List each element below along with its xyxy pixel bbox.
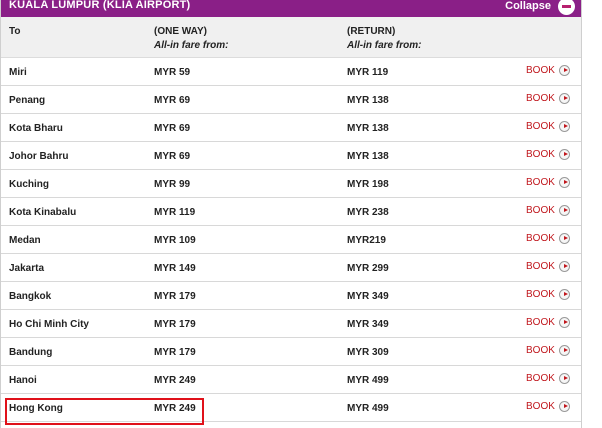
arrow-circle-icon[interactable]	[559, 93, 570, 104]
book-link[interactable]: BOOK	[526, 401, 555, 412]
table-row: Miri MYR 59 MYR 119 BOOK	[1, 58, 581, 86]
panel-header: KUALA LUMPUR (KLIA AIRPORT) Collapse	[1, 0, 581, 17]
one-way-label: (ONE WAY)	[154, 26, 207, 37]
arrow-circle-icon[interactable]	[559, 289, 570, 300]
return-fare: MYR 238	[347, 207, 389, 218]
book-link[interactable]: BOOK	[526, 289, 555, 300]
table-row: Medan MYR 109 MYR219 BOOK	[1, 226, 581, 254]
return-label: (RETURN)	[347, 26, 396, 37]
table-header: To (ONE WAY) All-in fare from: (RETURN) …	[1, 17, 581, 58]
book-link[interactable]: BOOK	[526, 93, 555, 104]
arrow-circle-icon[interactable]	[559, 261, 570, 272]
return-fare: MYR 309	[347, 347, 389, 358]
column-header-return: (RETURN) All-in fare from:	[347, 26, 421, 51]
table-row: Bangkok MYR 179 MYR 349 BOOK	[1, 282, 581, 310]
arrow-circle-icon[interactable]	[559, 177, 570, 188]
book-link[interactable]: BOOK	[526, 177, 555, 188]
destination: Kota Bharu	[9, 123, 63, 134]
book-link[interactable]: BOOK	[526, 373, 555, 384]
table-row: Ho Chi Minh City MYR 179 MYR 349 BOOK	[1, 310, 581, 338]
return-fare: MYR 138	[347, 123, 389, 134]
return-sublabel: All-in fare from:	[347, 40, 422, 51]
arrow-circle-icon[interactable]	[559, 345, 570, 356]
return-fare: MYR 138	[347, 95, 389, 106]
return-fare: MYR 499	[347, 403, 389, 414]
one-way-fare: MYR 179	[154, 319, 196, 330]
table-row: Johor Bahru MYR 69 MYR 138 BOOK	[1, 142, 581, 170]
table-row: Hanoi MYR 249 MYR 499 BOOK	[1, 366, 581, 394]
one-way-fare: MYR 99	[154, 179, 191, 190]
column-header-to: To	[9, 26, 21, 37]
return-fare: MYR 349	[347, 291, 389, 302]
destination: Hong Kong	[9, 403, 63, 414]
fare-table-body: Miri MYR 59 MYR 119 BOOK Penang MYR 69 MYR 138…	[1, 58, 581, 422]
one-way-fare: MYR 149	[154, 263, 196, 274]
return-fare: MYR 499	[347, 375, 389, 386]
one-way-fare: MYR 179	[154, 347, 196, 358]
destination: Bangkok	[9, 291, 52, 302]
one-way-fare: MYR 249	[154, 375, 196, 386]
destination: Jakarta	[9, 263, 45, 274]
arrow-circle-icon[interactable]	[559, 233, 570, 244]
table-row: Kuching MYR 99 MYR 198 BOOK	[1, 170, 581, 198]
return-fare: MYR 138	[347, 151, 389, 162]
arrow-circle-icon[interactable]	[559, 317, 570, 328]
minus-circle-icon[interactable]	[558, 0, 575, 15]
return-fare: MYR219	[347, 235, 386, 246]
table-row: Hong Kong MYR 249 MYR 499 BOOK	[1, 394, 581, 422]
arrow-circle-icon[interactable]	[559, 205, 570, 216]
return-fare: MYR 198	[347, 179, 389, 190]
table-row: Jakarta MYR 149 MYR 299 BOOK	[1, 254, 581, 282]
destination: Kuching	[9, 179, 49, 190]
book-link[interactable]: BOOK	[526, 317, 555, 328]
table-row: Kota Kinabalu MYR 119 MYR 238 BOOK	[1, 198, 581, 226]
one-way-fare: MYR 179	[154, 291, 196, 302]
column-header-one-way: (ONE WAY) All-in fare from:	[154, 26, 228, 51]
destination: Bandung	[9, 347, 53, 358]
destination: Johor Bahru	[9, 151, 69, 162]
book-link[interactable]: BOOK	[526, 233, 555, 244]
one-way-fare: MYR 109	[154, 235, 196, 246]
destination: Kota Kinabalu	[9, 207, 77, 218]
one-way-fare: MYR 69	[154, 95, 191, 106]
arrow-circle-icon[interactable]	[559, 65, 570, 76]
book-link[interactable]: BOOK	[526, 261, 555, 272]
table-row: Bandung MYR 179 MYR 309 BOOK	[1, 338, 581, 366]
destination: Penang	[9, 95, 46, 106]
one-way-fare: MYR 59	[154, 67, 191, 78]
panel-title: KUALA LUMPUR (KLIA AIRPORT)	[9, 0, 191, 11]
one-way-fare: MYR 69	[154, 151, 191, 162]
one-way-fare: MYR 69	[154, 123, 191, 134]
arrow-circle-icon[interactable]	[559, 121, 570, 132]
return-fare: MYR 119	[347, 67, 389, 78]
return-fare: MYR 299	[347, 263, 389, 274]
table-row: Kota Bharu MYR 69 MYR 138 BOOK	[1, 114, 581, 142]
destination: Ho Chi Minh City	[9, 319, 89, 330]
destination: Hanoi	[9, 375, 37, 386]
destination: Medan	[9, 235, 41, 246]
arrow-circle-icon[interactable]	[559, 373, 570, 384]
fare-panel: KUALA LUMPUR (KLIA AIRPORT) Collapse To …	[0, 0, 582, 428]
book-link[interactable]: BOOK	[526, 121, 555, 132]
arrow-circle-icon[interactable]	[559, 149, 570, 160]
table-row: Penang MYR 69 MYR 138 BOOK	[1, 86, 581, 114]
one-way-fare: MYR 249	[154, 403, 196, 414]
book-link[interactable]: BOOK	[526, 345, 555, 356]
one-way-fare: MYR 119	[154, 207, 196, 218]
arrow-circle-icon[interactable]	[559, 401, 570, 412]
book-link[interactable]: BOOK	[526, 65, 555, 76]
book-link[interactable]: BOOK	[526, 205, 555, 216]
one-way-sublabel: All-in fare from:	[154, 40, 229, 51]
book-link[interactable]: BOOK	[526, 149, 555, 160]
collapse-button[interactable]: Collapse	[505, 0, 551, 12]
destination: Miri	[9, 67, 27, 78]
return-fare: MYR 349	[347, 319, 389, 330]
